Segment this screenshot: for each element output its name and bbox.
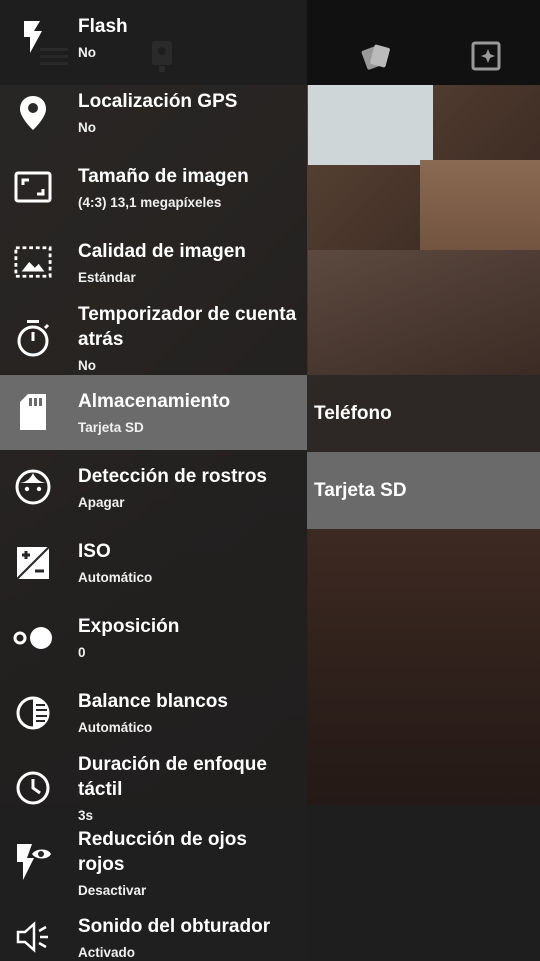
image-quality-icon [14,243,52,281]
filters-icon[interactable] [360,40,392,72]
timer-icon [14,319,52,357]
setting-exposure[interactable]: Exposición 0 [0,600,307,675]
setting-white-balance[interactable]: Balance blancos Automático [0,675,307,750]
effects-icon[interactable] [470,40,502,72]
setting-iso[interactable]: ISO Automático [0,525,307,600]
setting-gps[interactable]: Localización GPS No [0,75,307,150]
setting-storage[interactable]: Almacenamiento Tarjeta SD [0,375,307,450]
setting-title: ISO [78,541,111,562]
setting-value: No [78,358,96,373]
setting-value: Apagar [78,495,125,510]
iso-icon [14,544,52,582]
aspect-ratio-icon [14,168,52,206]
face-icon [14,468,52,506]
setting-image-quality[interactable]: Calidad de imagen Estándar [0,225,307,300]
setting-flash[interactable]: Flash No [0,0,307,75]
flash-icon [14,18,52,56]
red-eye-icon [14,843,52,881]
storage-option-label: Teléfono [314,402,392,424]
setting-title: Temporizador de cuenta atrás [78,304,297,350]
clock-icon [14,769,52,807]
setting-title: Localización GPS [78,91,238,112]
setting-title: Exposición [78,616,180,637]
setting-title: Tamaño de imagen [78,166,249,187]
setting-value: Tarjeta SD [78,420,144,435]
setting-touch-focus-duration[interactable]: Duración de enfoque táctil 3s [0,750,307,825]
setting-value: 3s [78,808,94,823]
setting-title: Detección de rostros [78,466,267,487]
white-balance-icon [14,694,52,732]
storage-option-sd-card[interactable]: Tarjeta SD [307,452,540,529]
storage-option-label: Tarjeta SD [314,479,407,501]
viewfinder-scene-floor [308,250,540,375]
setting-face-detection[interactable]: Detección de rostros Apagar [0,450,307,525]
speaker-icon [14,918,52,956]
setting-value: Activado [78,945,136,960]
setting-title: Sonido del obturador [78,916,271,937]
setting-title: Reducción de ojos rojos [78,829,247,875]
sd-card-icon [14,393,52,431]
setting-title: Duración de enfoque táctil [78,754,267,800]
setting-value: No [78,45,96,60]
setting-title: Almacenamiento [78,391,231,412]
setting-title: Balance blancos [78,691,228,712]
setting-value: Desactivar [78,883,147,898]
setting-value: 0 [78,645,86,660]
setting-value: Estándar [78,270,136,285]
viewfinder-scene-lower [308,528,540,805]
setting-title: Calidad de imagen [78,241,246,262]
settings-drawer: Flash No Localización GPS No Tamaño de i… [0,0,307,960]
setting-image-size[interactable]: Tamaño de imagen (4:3) 13,1 megapíxeles [0,150,307,225]
setting-value: No [78,120,96,135]
location-pin-icon [14,94,52,132]
storage-option-phone[interactable]: Teléfono [307,375,540,452]
setting-red-eye-reduction[interactable]: Reducción de ojos rojos Desactivar [0,825,307,900]
exposure-icon [12,619,54,657]
setting-title: Flash [78,16,128,37]
setting-value: (4:3) 13,1 megapíxeles [78,195,222,210]
setting-value: Automático [78,720,153,735]
setting-value: Automático [78,570,153,585]
setting-shutter-sound[interactable]: Sonido del obturador Activado [0,900,307,960]
viewfinder-scene-monitor [308,85,433,165]
setting-countdown-timer[interactable]: Temporizador de cuenta atrás No [0,300,307,375]
